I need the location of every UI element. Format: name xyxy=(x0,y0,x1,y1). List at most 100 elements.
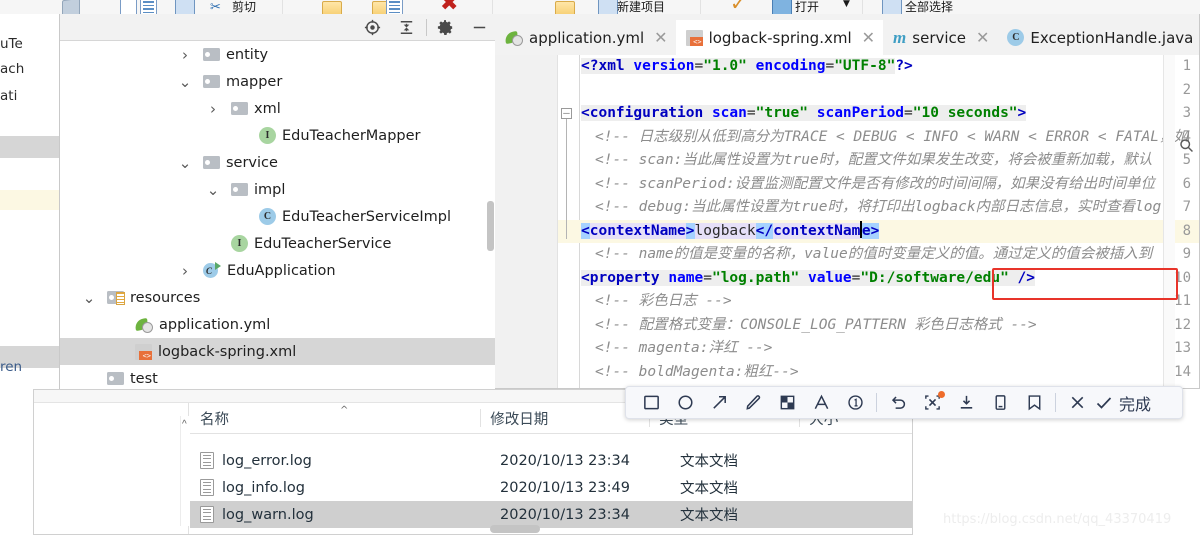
table-row[interactable]: log_warn.log 2020/10/13 23:34 文本文档 xyxy=(190,501,912,528)
code-line[interactable]: <contextName>logback</contextNam e> xyxy=(581,220,1199,244)
close-icon[interactable]: ✕ xyxy=(976,28,989,47)
fold-toggle-icon[interactable]: ─ xyxy=(561,108,572,119)
tab-logback-spring-xml[interactable]: logback-spring.xml ✕ xyxy=(675,20,884,55)
tab-label: ExceptionHandle.java xyxy=(1030,28,1194,47)
properties-check-icon[interactable]: ✓ xyxy=(730,0,747,13)
pin-to-screen-tool-icon[interactable] xyxy=(983,387,1017,418)
text-tool-icon[interactable] xyxy=(804,387,838,418)
select-all-icon[interactable] xyxy=(882,0,902,15)
arrow-tool-icon[interactable] xyxy=(702,387,736,418)
tree-item-eduteacherserviceimpl[interactable]: C EduTeacherServiceImpl xyxy=(60,203,495,230)
tree-item-logback-spring-xml[interactable]: logback-spring.xml xyxy=(60,338,495,365)
chevron-down-icon[interactable]: ⌄ xyxy=(82,290,96,305)
bookmark-tool-icon[interactable] xyxy=(1017,387,1051,418)
tab-exception-handle-java[interactable]: C ExceptionHandle.java xyxy=(997,20,1199,55)
scroll-up-icon[interactable]: ^ xyxy=(182,419,187,430)
tree-item-application-yml[interactable]: application.yml xyxy=(60,311,495,338)
tree-item-eduteacherservice[interactable]: I EduTeacherService xyxy=(60,230,495,257)
chevron-right-icon[interactable]: › xyxy=(206,100,220,118)
code-line[interactable]: <!-- debug:当此属性设置为true时，将打印出logback内部日志信… xyxy=(595,196,1199,220)
done-button[interactable]: 完成 xyxy=(1094,391,1155,415)
done-label: 完成 xyxy=(1119,394,1152,414)
file-type: 文本文档 xyxy=(680,481,738,497)
code-line[interactable]: <!-- magenta:洋红 --> xyxy=(595,337,1199,361)
table-row[interactable]: log_error.log 2020/10/13 23:34 文本文档 xyxy=(190,447,912,474)
collapse-all-icon[interactable] xyxy=(397,18,416,37)
xml-file-icon xyxy=(135,343,152,361)
close-icon[interactable]: ✕ xyxy=(654,28,667,47)
chevron-right-icon[interactable]: › xyxy=(178,46,192,64)
tree-item-entity[interactable]: › entity xyxy=(60,41,495,68)
chevron-right-icon[interactable]: › xyxy=(178,262,192,280)
tree-item-impl[interactable]: ⌄ impl xyxy=(60,176,495,203)
open-icon[interactable] xyxy=(772,0,792,15)
code-line[interactable]: <!-- name的值是变量的名称，value的值时变量定义的值。通过定义的值会… xyxy=(595,243,1199,267)
code-line[interactable]: <!-- scanPeriod:设置监测配置文件是否有修改的时间间隔，如果没有给… xyxy=(595,173,1199,197)
close-tool-icon[interactable] xyxy=(1060,387,1094,418)
ribbon-label-new-item[interactable]: 新建项目 xyxy=(617,0,665,15)
ellipse-tool-icon[interactable] xyxy=(668,387,702,418)
scissors-icon[interactable]: ✂ xyxy=(210,0,221,15)
tree-item-label: mapper xyxy=(226,73,283,90)
code-line[interactable]: <!-- 彩色日志 --> xyxy=(595,290,1199,314)
ribbon-label-open[interactable]: 打开 xyxy=(795,0,819,15)
screenshot-toolbar[interactable]: 完成 xyxy=(625,386,1183,419)
tree-item-label: EduTeacherMapper xyxy=(282,127,421,144)
chevron-down-icon[interactable]: ⌄ xyxy=(178,155,192,170)
tab-service[interactable]: m service ✕ xyxy=(883,20,997,55)
search-magnifier-icon[interactable] xyxy=(1175,115,1197,175)
code-line[interactable]: <configuration scan="true" scanPeriod="1… xyxy=(581,102,1199,126)
tree-item-eduapplication[interactable]: › C EduApplication xyxy=(60,257,495,284)
ribbon-label-select-all[interactable]: 全部选择 xyxy=(905,0,953,15)
code-line[interactable]: <!-- boldMagenta:粗红--> xyxy=(595,361,1199,385)
delete-icon[interactable]: ✖ xyxy=(440,0,458,15)
ocr-tool-icon[interactable] xyxy=(915,387,949,418)
bg-text-1: ach xyxy=(0,61,25,77)
tree-item-service[interactable]: ⌄ service xyxy=(60,149,495,176)
editor-tabs[interactable]: application.yml ✕ logback-spring.xml ✕ m… xyxy=(495,14,1199,55)
number-tool-icon[interactable] xyxy=(838,387,872,418)
ribbon-label-cut[interactable]: 剪切 xyxy=(232,0,256,15)
tree-item-mapper[interactable]: ⌄ mapper xyxy=(60,68,495,95)
nav-scrollbar[interactable] xyxy=(180,416,189,526)
project-tree[interactable]: › entity ⌄ mapper › xml I EduTeacherMapper ⌄ serv… xyxy=(60,41,495,389)
code-editor[interactable]: 1 2 3 4 5 6 7 8 9 10 11 12 13 14 ─ <?xml version="1.0… xyxy=(495,55,1199,388)
rectangle-tool-icon[interactable] xyxy=(634,387,668,418)
code-line[interactable] xyxy=(581,79,1199,103)
code-line[interactable]: <!-- 配置格式变量：CONSOLE_LOG_PATTERN 彩色日志格式 -… xyxy=(595,314,1199,338)
code-line[interactable]: <property name="log.path" value="D:/soft… xyxy=(581,267,1199,291)
clipboard-icon[interactable] xyxy=(175,0,195,15)
code-line[interactable]: <!-- scan:当此属性设置为true时，配置文件如果发生改变，将会被重新加… xyxy=(595,149,1199,173)
column-header-name[interactable]: 名称 ^ xyxy=(190,403,480,433)
tree-item-test[interactable]: test xyxy=(60,365,495,389)
mosaic-tool-icon[interactable] xyxy=(770,387,804,418)
tab-application-yml[interactable]: application.yml ✕ xyxy=(495,20,676,55)
chevron-down-icon[interactable]: ⌄ xyxy=(178,74,192,89)
locate-icon[interactable] xyxy=(363,18,382,37)
download-tool-icon[interactable] xyxy=(949,387,983,418)
close-icon[interactable]: ✕ xyxy=(862,28,875,47)
undo-tool-icon[interactable] xyxy=(881,387,915,418)
code-line[interactable]: <?xml version="1.0" encoding="UTF-8"?> xyxy=(581,55,1199,79)
list-horizontal-scrollbar[interactable] xyxy=(490,525,540,533)
file-type: 文本文档 xyxy=(680,508,738,524)
pen-tool-icon[interactable] xyxy=(736,387,770,418)
gear-icon[interactable] xyxy=(436,18,455,37)
tree-item-label: impl xyxy=(254,181,286,198)
chevron-down-icon[interactable]: ⌄ xyxy=(206,182,220,197)
tab-label: service xyxy=(912,28,967,47)
code-line[interactable]: <!-- 日志级别从低到高分为TRACE < DEBUG < INFO < WA… xyxy=(595,126,1199,150)
tree-item-eduteachermapper[interactable]: I EduTeacherMapper xyxy=(60,122,495,149)
tree-item-xml[interactable]: › xml xyxy=(60,95,495,122)
chevron-down-icon[interactable]: ▼ xyxy=(843,0,850,9)
tree-item-resources[interactable]: ⌄ resources xyxy=(60,284,495,311)
new-item-icon[interactable] xyxy=(598,0,618,15)
table-row[interactable]: log_info.log 2020/10/13 23:49 文本文档 xyxy=(190,474,912,501)
minimize-icon[interactable] xyxy=(470,18,489,37)
explorer-file-list[interactable]: 名称 ^ 修改日期 类型 大小 log_error.log 2020/10/13 … xyxy=(190,403,912,534)
column-header-date[interactable]: 修改日期 xyxy=(480,403,649,433)
explorer-nav-pane[interactable]: ^ xyxy=(34,403,189,534)
editor-minimap-bar[interactable] xyxy=(1163,55,1175,388)
